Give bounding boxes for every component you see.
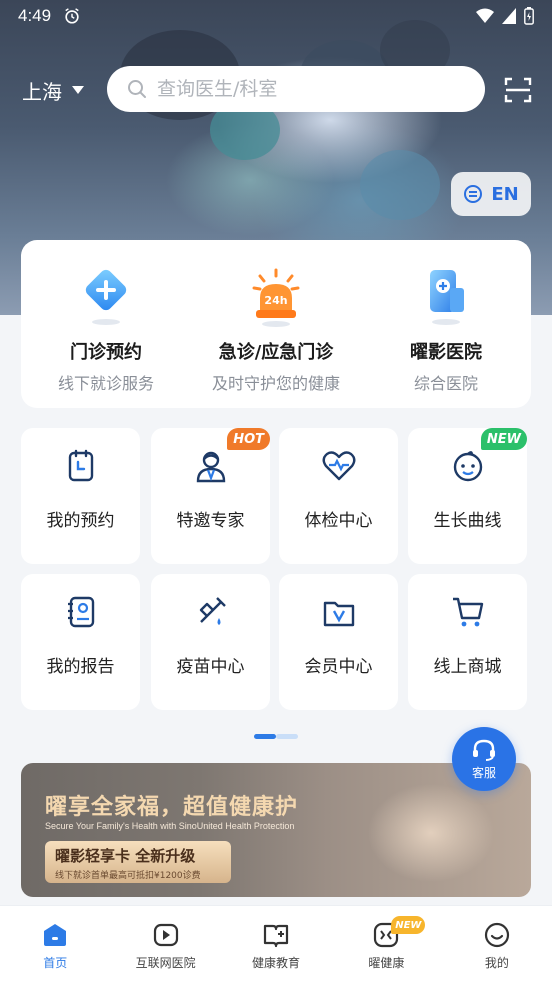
nav-label: 健康教育 [252, 956, 301, 970]
nav-item-profile[interactable]: 我的 [442, 906, 552, 983]
search-input[interactable] [157, 78, 457, 100]
grid-item-label: 线上商城 [433, 657, 502, 677]
alarm-icon [65, 8, 79, 24]
hospital-icon [430, 270, 464, 325]
nav-item-health[interactable]: 曜健康 NEW [331, 906, 441, 983]
nav-label: 我的 [484, 956, 509, 970]
shopping-cart-icon [452, 597, 483, 627]
new-badge: NEW [391, 916, 426, 934]
syringe-icon [199, 597, 226, 625]
svg-text:24h: 24h [264, 294, 287, 307]
translate-icon [464, 185, 483, 203]
video-play-icon [153, 923, 178, 947]
new-badge: NEW [480, 428, 527, 450]
grid-item-my-appointments[interactable]: 我的预约 [21, 428, 140, 564]
nav-label: 互联网医院 [135, 956, 196, 970]
banner-pill-main: 曜影轻享卡 全新升级 [55, 847, 196, 865]
page-dot [276, 734, 298, 739]
doctor-icon [196, 451, 225, 483]
grid-item-label: 体检中心 [304, 511, 373, 531]
bottom-nav: 首页 互联网医院 健康教育 曜健康 NEW 我的 [0, 905, 552, 983]
service-title: 门诊预约 [70, 342, 142, 363]
battery-icon [524, 7, 534, 25]
grid-item-label: 疫苗中心 [176, 657, 245, 677]
city-label: 上海 [22, 79, 62, 104]
service-subtitle: 及时守护您的健康 [211, 374, 340, 393]
banner-subtitle-en: Secure Your Family's Health with SinoUni… [45, 821, 295, 831]
service-hospital[interactable]: 曜影医院 综合医院 [361, 240, 531, 408]
service-subtitle: 线下就诊服务 [57, 374, 154, 393]
grid-page-indicator [254, 734, 298, 739]
service-subtitle: 综合医院 [413, 374, 478, 393]
wifi-icon [476, 8, 494, 23]
grid-item-label: 生长曲线 [433, 511, 502, 531]
language-toggle[interactable]: EN [451, 172, 531, 216]
caret-down-icon [72, 86, 84, 94]
grid-item-online-mall[interactable]: 线上商城 [408, 574, 527, 710]
customer-service-button[interactable]: 客服 [452, 727, 516, 791]
smile-profile-icon [484, 922, 509, 948]
grid-item-vaccines[interactable]: 疫苗中心 [151, 574, 270, 710]
promo-banner[interactable]: 曜享全家福，超值健康护 Secure Your Family's Health … [21, 763, 531, 897]
grid-item-experts[interactable]: 特邀专家 HOT [151, 428, 270, 564]
top-services-card: 门诊预约 线下就诊服务 24h 急诊/应急门诊 及时守护您的健康 曜影医院 综合… [21, 240, 531, 408]
grid-item-label: 特邀专家 [176, 511, 245, 531]
nav-item-health-education[interactable]: 健康教育 [221, 906, 331, 983]
grid-item-label: 会员中心 [304, 657, 373, 677]
banner-pill-sub: 线下就诊首单最高可抵扣¥1200诊费 [55, 871, 201, 881]
nav-label: 曜健康 [368, 956, 405, 970]
baby-face-icon [453, 451, 482, 482]
book-plus-icon [263, 924, 289, 948]
signal-icon [502, 8, 516, 24]
service-title: 曜影医院 [410, 342, 482, 363]
nav-item-home[interactable]: 首页 [0, 906, 110, 983]
emergency-24h-icon: 24h [252, 268, 300, 327]
language-label: EN [491, 183, 519, 205]
search-bar[interactable] [107, 66, 485, 112]
service-emergency[interactable]: 24h 急诊/应急门诊 及时守护您的健康 [191, 240, 361, 408]
grid-item-label: 我的报告 [46, 657, 115, 677]
service-clinic-appointment[interactable]: 门诊预约 线下就诊服务 [21, 240, 191, 408]
page-dot-active [254, 734, 276, 739]
clipboard-clock-icon [68, 449, 93, 482]
grid-item-growth-curve[interactable]: 生长曲线 NEW [408, 428, 527, 564]
grid-item-membership[interactable]: 会员中心 [279, 574, 398, 710]
banner-title: 曜享全家福，超值健康护 [45, 795, 299, 820]
grid-item-checkup[interactable]: 体检中心 [279, 428, 398, 564]
vip-folder-icon [323, 601, 354, 627]
headset-icon [473, 739, 495, 761]
city-selector[interactable]: 上海 [22, 76, 84, 104]
hot-badge: HOT [227, 428, 270, 450]
status-bar: 4:49 [0, 0, 552, 32]
status-time: 4:49 [18, 6, 52, 25]
service-title: 急诊/应急门诊 [218, 342, 334, 363]
heart-pulse-icon [322, 451, 355, 481]
customer-service-label: 客服 [471, 765, 496, 780]
nav-item-internet-hospital[interactable]: 互联网医院 [110, 906, 220, 983]
search-icon [128, 80, 146, 98]
grid-item-my-reports[interactable]: 我的报告 [21, 574, 140, 710]
scan-icon[interactable] [504, 76, 532, 104]
clinic-plus-icon [85, 269, 127, 325]
banner-pill: 曜影轻享卡 全新升级 线下就诊首单最高可抵扣¥1200诊费 [45, 841, 231, 883]
report-icon [67, 596, 94, 628]
home-icon [44, 924, 67, 946]
grid-item-label: 我的预约 [46, 511, 115, 531]
nav-label: 首页 [43, 956, 68, 970]
